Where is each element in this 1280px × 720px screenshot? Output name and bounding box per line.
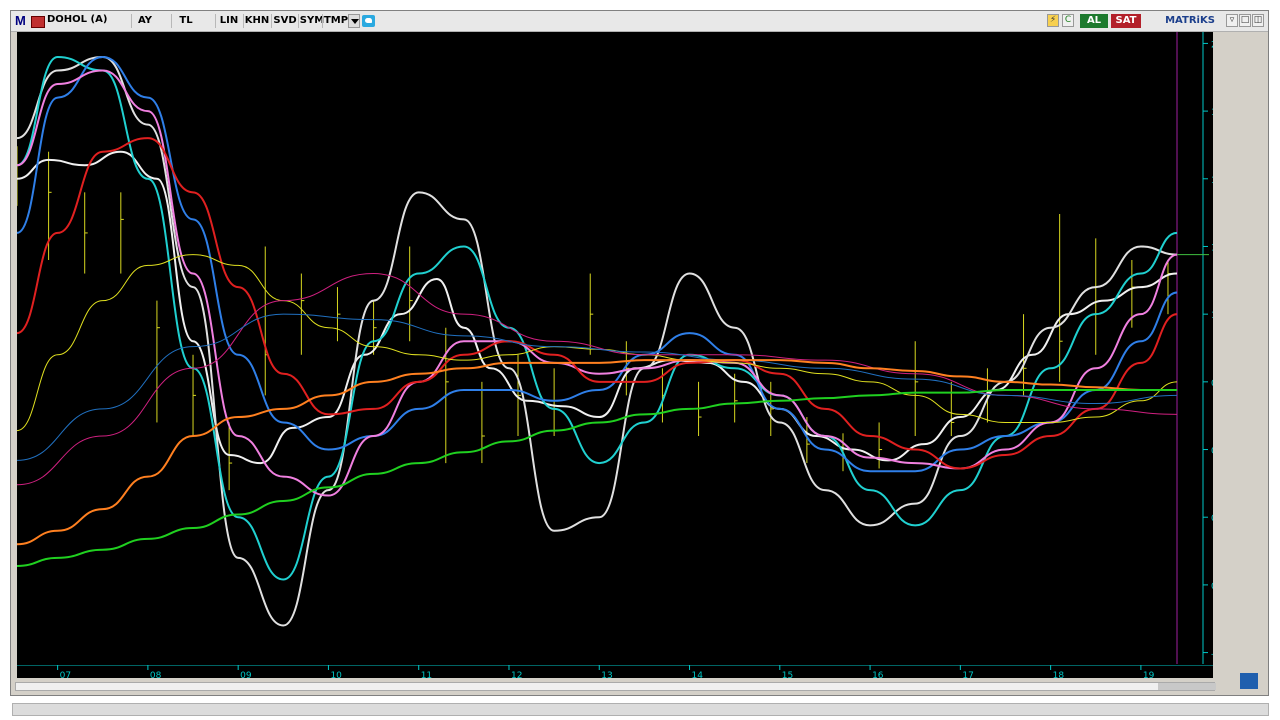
refresh-icon[interactable]: C — [1062, 14, 1074, 27]
indicator-line-5 — [16, 69, 1178, 497]
lightning-icon[interactable]: ⚡ — [1047, 14, 1059, 27]
scrollbar-thumb[interactable] — [1158, 683, 1216, 690]
matriks-logo: M — [15, 13, 26, 28]
y-tick-label: -0,25 — [1211, 650, 1213, 660]
horizontal-scrollbar[interactable] — [15, 682, 1216, 691]
template-button[interactable]: TMP — [322, 14, 349, 28]
indicator-lines — [16, 55, 1178, 627]
matriks-brand: MATRiKS — [1165, 15, 1215, 26]
maximize-icon[interactable]: ◫ — [1252, 14, 1264, 27]
indicator-line-8 — [16, 273, 1178, 486]
y-tick-label: 1,25 — [1211, 243, 1213, 253]
twitter-icon[interactable] — [362, 15, 375, 27]
y-tick-label: 0,25 — [1211, 514, 1213, 524]
x-tick-label: 07 — [60, 671, 71, 679]
x-tick-label: 08 — [150, 671, 162, 679]
price-chart[interactable]: 2, 1,75 1,5 1,25 1, 0,75 0,5 0,25 0 -0,25 — [16, 32, 1234, 664]
y-tick-label: 0 — [1211, 582, 1213, 592]
khn-button[interactable]: KHN — [243, 14, 270, 28]
minimize-icon[interactable]: ▿ — [1226, 14, 1238, 27]
period-button[interactable]: AY — [131, 14, 158, 28]
x-tick-label: 16 — [872, 671, 884, 679]
x-tick-label: 11 — [421, 671, 432, 679]
x-tick-label: 17 — [962, 671, 973, 679]
x-tick-label: 15 — [782, 671, 793, 679]
y-tick-label: 1,5 — [1211, 176, 1213, 186]
y-tick-label: 0,5 — [1211, 447, 1213, 457]
x-axis: 07 08 09 10 11 12 13 14 15 16 17 18 19 — [17, 664, 1213, 681]
x-axis-svg: 07 08 09 10 11 12 13 14 15 16 17 18 19 — [17, 664, 1213, 681]
indicator-line-7 — [16, 254, 1178, 432]
indicator-line-4 — [16, 55, 1178, 473]
currency-button[interactable]: TL — [171, 14, 200, 28]
template-dropdown-icon[interactable] — [348, 14, 360, 28]
y-tick-label: 1, — [1211, 311, 1213, 321]
svd-button[interactable]: SVD — [271, 14, 298, 28]
y-tick-label: 0,75 — [1211, 379, 1213, 389]
sym-button[interactable]: SYM — [298, 14, 325, 28]
indicator-line-3 — [16, 55, 1178, 581]
bottom-scrollbar[interactable] — [12, 703, 1269, 716]
x-tick-label: 13 — [601, 671, 612, 679]
x-tick-label: 12 — [511, 671, 522, 679]
chart-window: M DOHOL (A) AY TL LIN KHN SVD SYM TMP ⚡ … — [10, 10, 1269, 696]
x-tick-label: 09 — [240, 671, 252, 679]
x-tick-label: 19 — [1143, 671, 1155, 679]
sync-icon[interactable] — [1240, 673, 1258, 689]
restore-icon[interactable]: □ — [1239, 14, 1251, 27]
toolbar: M DOHOL (A) AY TL LIN KHN SVD SYM TMP ⚡ … — [11, 11, 1268, 32]
indicator-line-6 — [16, 137, 1178, 470]
linear-scale-button[interactable]: LIN — [215, 14, 242, 28]
symbol-label[interactable]: DOHOL (A) — [47, 14, 107, 25]
symbol-flag-icon[interactable] — [31, 16, 45, 28]
indicator-line-1 — [16, 150, 1178, 465]
y-axis-ticks: 2, 1,75 1,5 1,25 1, 0,75 0,5 0,25 0 -0,25 — [1203, 40, 1234, 660]
x-tick-label: 18 — [1053, 671, 1065, 679]
y-tick-label: 1,75 — [1211, 108, 1213, 118]
x-tick-label: 10 — [330, 671, 342, 679]
x-tick-label: 14 — [692, 671, 704, 679]
x-axis-ticks: 07 08 09 10 11 12 13 14 15 16 17 18 19 — [57, 665, 1155, 681]
buy-button[interactable]: AL — [1080, 14, 1108, 28]
chart-svg[interactable]: 2, 1,75 1,5 1,25 1, 0,75 0,5 0,25 0 -0,25 — [16, 32, 1234, 664]
y-tick-label: 2, — [1211, 40, 1213, 50]
sell-button[interactable]: SAT — [1111, 14, 1141, 28]
